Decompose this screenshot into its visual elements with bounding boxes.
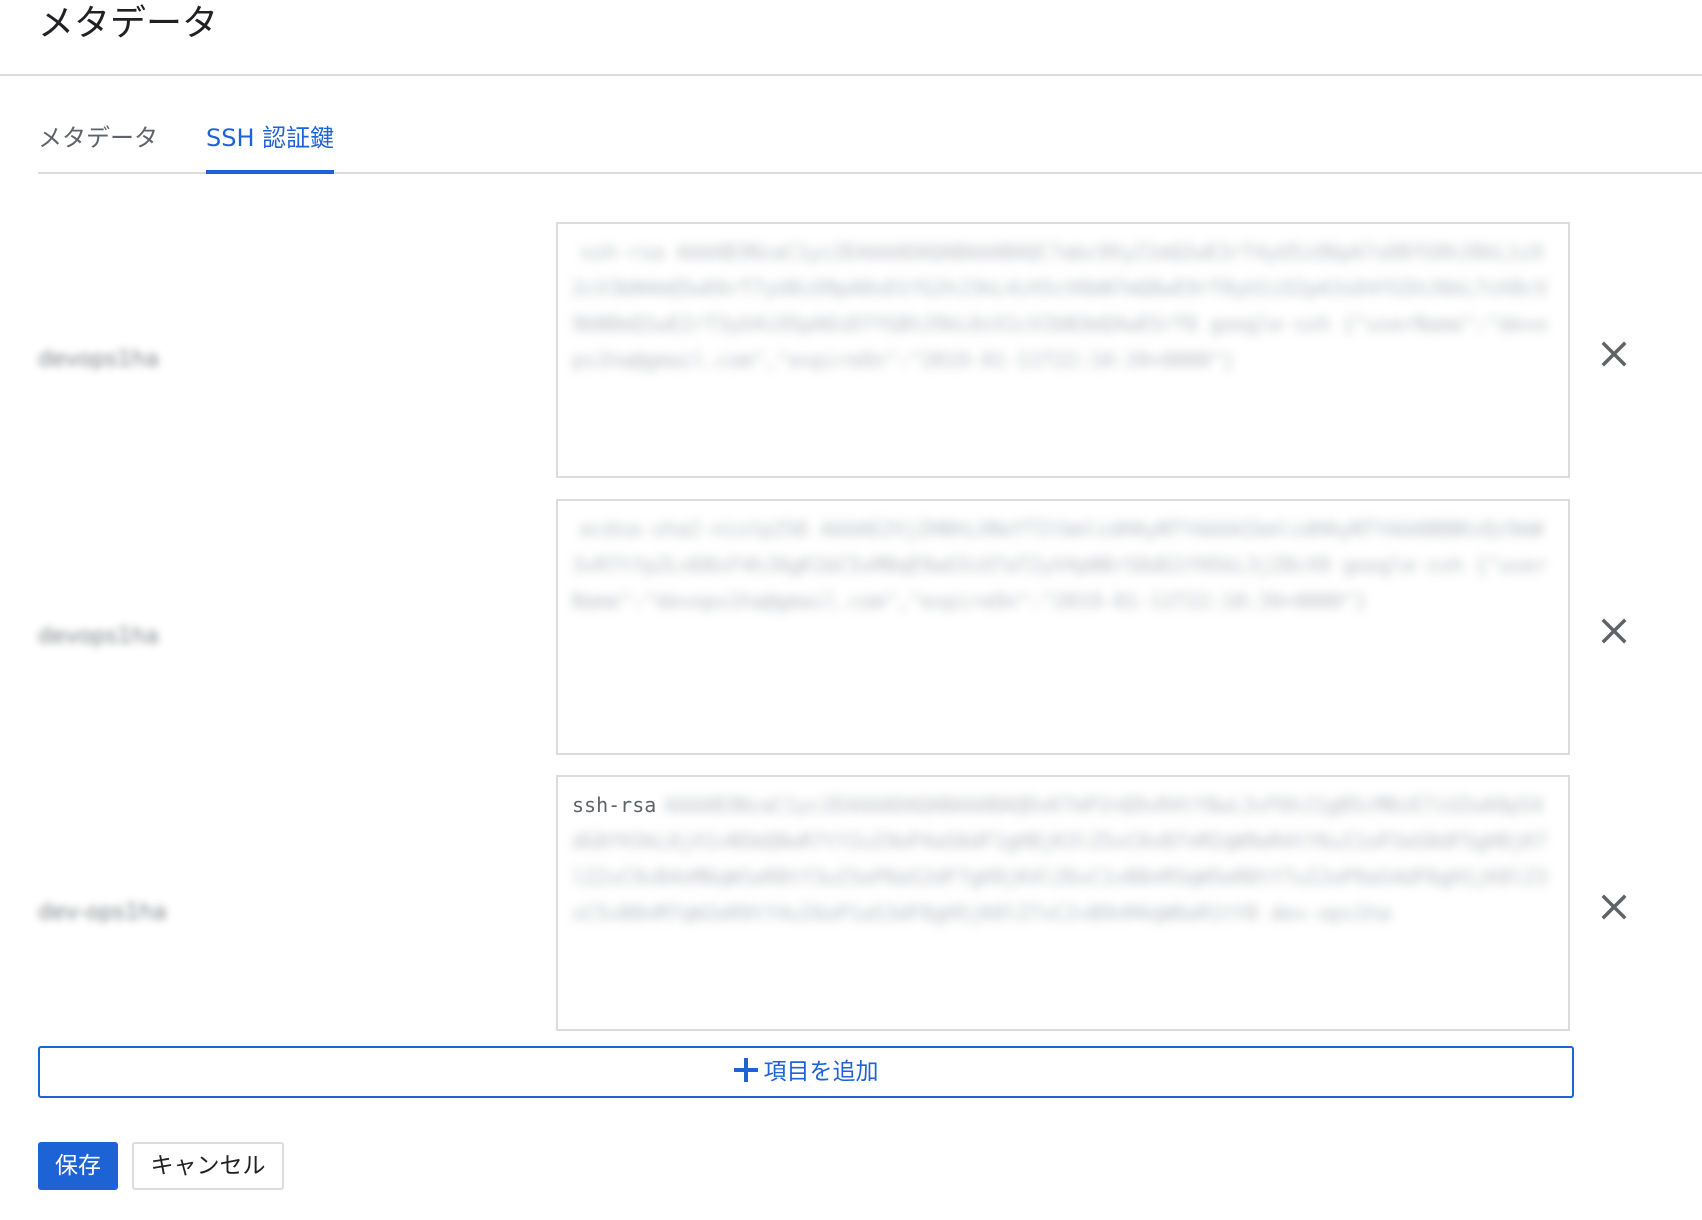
- ssh-key-username-text: devops1ha: [38, 347, 159, 372]
- ssh-key-username-text: devops1ha: [38, 624, 159, 649]
- ssh-key-username: devops1ha: [38, 619, 159, 655]
- ssh-key-blurred-text: ecdsa-sha2-nistp256 AAAAE2VjZHNhLXNoYTIt…: [572, 517, 1548, 613]
- title-divider: [0, 74, 1702, 76]
- ssh-key-blurred-text: AAAAB3NzaC1yc2EAAAADAQABAAABAQDxK7mP2nQ9…: [572, 793, 1548, 925]
- remove-key-button[interactable]: [1594, 334, 1634, 374]
- ssh-key-value: ssh-rsa AAAAB3NzaC1yc2EAAAADAQABAAABAQDxK…: [572, 787, 1554, 931]
- tab-ssh-keys[interactable]: SSH 認証鍵: [206, 120, 335, 174]
- ssh-key-username: dev-ops1ha: [38, 895, 167, 931]
- cancel-button[interactable]: キャンセル: [132, 1142, 284, 1190]
- save-button[interactable]: 保存: [38, 1142, 118, 1190]
- ssh-key-input[interactable]: ssh-rsa AAAAB3NzaC1yc2EAAAADAQABAAABAQC7…: [556, 222, 1570, 478]
- metadata-page: メタデータ メタデータ SSH 認証鍵 devops1ha ssh-rsa AA…: [0, 0, 1702, 1220]
- page-title: メタデータ: [38, 3, 219, 44]
- plus-icon: [733, 1058, 758, 1082]
- ssh-key-username: devops1ha: [38, 342, 159, 378]
- close-icon: [1601, 618, 1627, 644]
- ssh-key-blurred-text: ssh-rsa AAAAB3NzaC1yc2EAAAADAQABAAABAQC7…: [572, 240, 1548, 372]
- close-icon: [1601, 341, 1627, 367]
- ssh-key-username-text: dev-ops1ha: [38, 900, 167, 925]
- tab-metadata[interactable]: メタデータ: [38, 120, 158, 156]
- ssh-key-input[interactable]: ecdsa-sha2-nistp256 AAAAE2VjZHNhLXNoYTIt…: [556, 499, 1570, 755]
- ssh-key-input[interactable]: ssh-rsa AAAAB3NzaC1yc2EAAAADAQABAAABAQDxK…: [556, 775, 1570, 1031]
- remove-key-button[interactable]: [1594, 887, 1634, 927]
- add-item-label: 項目を追加: [763, 1059, 879, 1085]
- ssh-key-value: ecdsa-sha2-nistp256 AAAAE2VjZHNhLXNoYTIt…: [572, 511, 1554, 619]
- ssh-key-row: dev-ops1ha ssh-rsa AAAAB3NzaC1yc2EAAAADAQ…: [38, 775, 1638, 1035]
- tab-bar: メタデータ SSH 認証鍵: [38, 116, 1702, 174]
- close-icon: [1601, 894, 1627, 920]
- add-item-button[interactable]: 項目を追加: [38, 1046, 1574, 1098]
- ssh-key-prefix: ssh-rsa: [572, 793, 665, 817]
- ssh-key-prefix: [572, 517, 580, 541]
- ssh-key-prefix: [572, 240, 580, 264]
- ssh-key-value: ssh-rsa AAAAB3NzaC1yc2EAAAADAQABAAABAQC7…: [572, 234, 1554, 378]
- ssh-key-row: devops1ha ssh-rsa AAAAB3NzaC1yc2EAAAADAQ…: [38, 222, 1638, 482]
- remove-key-button[interactable]: [1594, 611, 1634, 651]
- ssh-key-row: devops1ha ecdsa-sha2-nistp256 AAAAE2VjZH…: [38, 499, 1638, 759]
